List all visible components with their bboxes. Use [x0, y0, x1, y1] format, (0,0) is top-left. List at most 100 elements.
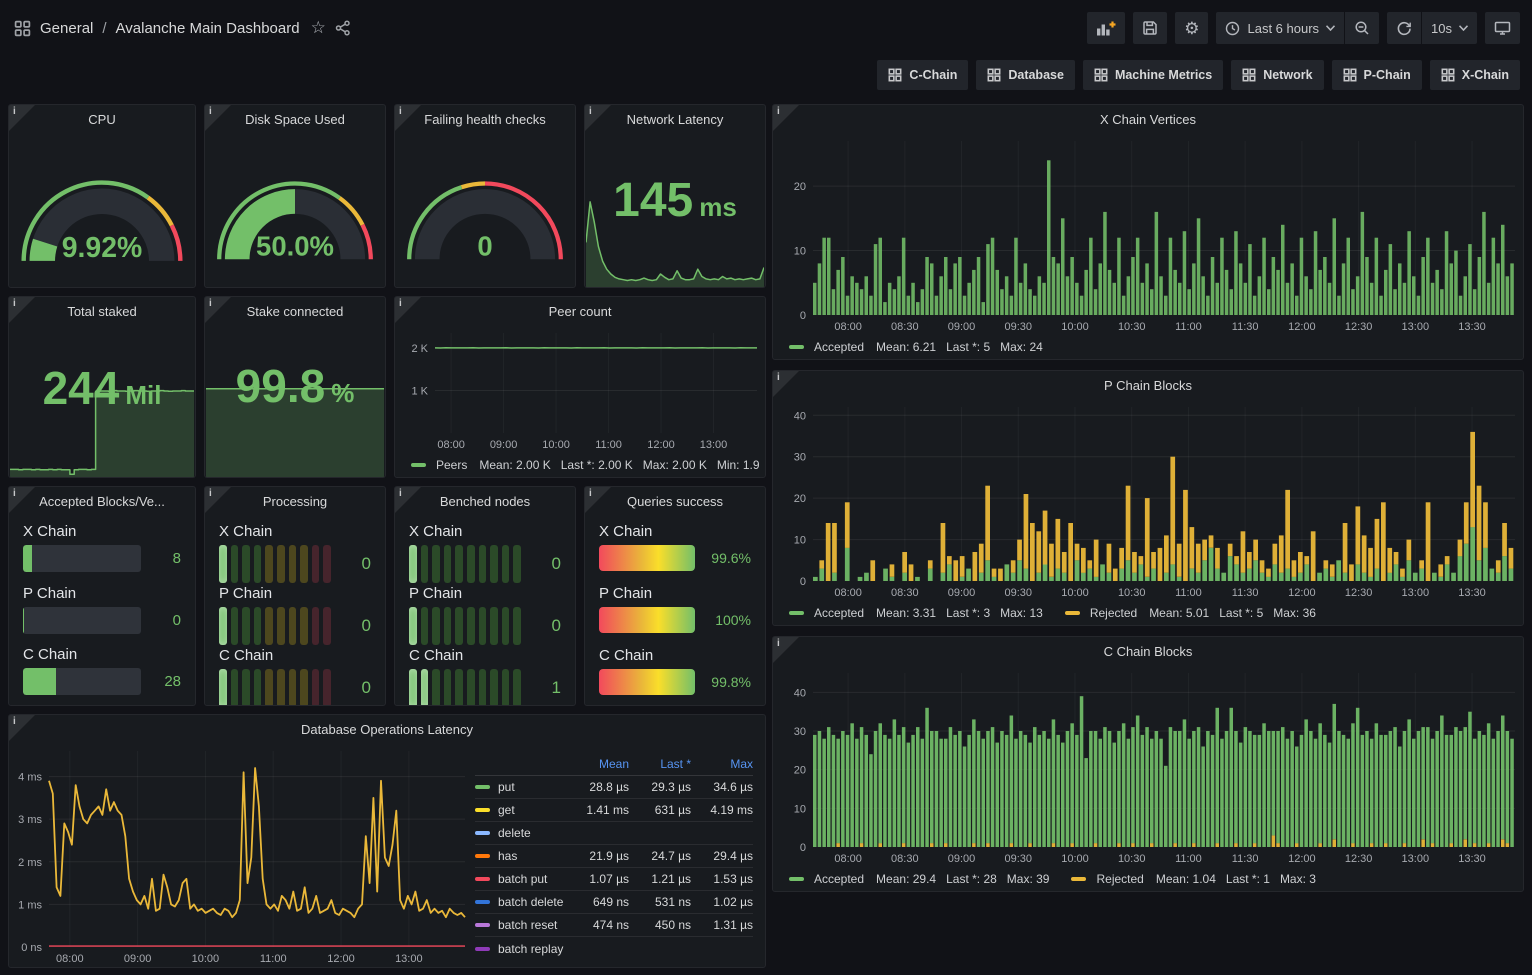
led-cell [231, 545, 239, 583]
zoom-out-time-button[interactable] [1344, 12, 1379, 44]
svg-text:09:00: 09:00 [948, 321, 976, 333]
dashboard-link-database[interactable]: Database [976, 60, 1075, 90]
db-legend-value: 4.19 ms [691, 803, 753, 817]
led-cell [242, 607, 250, 645]
dashboard-settings-button[interactable]: ⚙ [1175, 12, 1208, 44]
legend-item[interactable]: AcceptedMean: 3.31Last *: 3Max: 13 [789, 606, 1043, 620]
db-legend-header-last[interactable]: Last * [629, 757, 691, 771]
panel-info-icon[interactable]: i [205, 297, 231, 323]
refresh-button[interactable] [1387, 12, 1421, 44]
led-cell [265, 607, 273, 645]
legend-item[interactable]: get [475, 803, 567, 817]
led-cell [289, 607, 297, 645]
panel-title[interactable]: P Chain Blocks [773, 371, 1523, 399]
panel-info-icon[interactable]: i [585, 487, 611, 513]
panel-title[interactable]: Processing [205, 487, 385, 515]
panel-info-icon[interactable]: i [395, 487, 421, 513]
panel-title[interactable]: Benched nodes [395, 487, 575, 515]
legend-item[interactable]: RejectedMean: 5.01Last *: 5Max: 36 [1065, 606, 1316, 620]
svg-text:40: 40 [794, 410, 806, 422]
dashboard-link-p-chain[interactable]: P-Chain [1332, 60, 1422, 90]
db-legend-value: 531 ns [629, 895, 691, 909]
legend-item[interactable]: batch replay [475, 942, 567, 956]
led-cell [312, 607, 320, 645]
panel-title[interactable]: Accepted Blocks/Ve... [9, 487, 195, 515]
dashboard-link-machine-metrics[interactable]: Machine Metrics [1083, 60, 1223, 90]
legend-stat: Max: 2.00 K [643, 458, 707, 472]
refresh-interval-picker[interactable]: 10s [1421, 12, 1477, 44]
chain-label: C Chain [409, 647, 561, 664]
panel-title[interactable]: Peer count [395, 297, 765, 325]
panel-title[interactable]: CPU [9, 105, 195, 133]
panel-info-icon[interactable]: i [395, 105, 421, 131]
db-legend-value: 1.02 µs [691, 895, 753, 909]
chain-label: C Chain [599, 647, 751, 664]
legend-item[interactable]: AcceptedMean: 29.4Last *: 28Max: 39 [789, 872, 1049, 886]
svg-text:11:00: 11:00 [595, 439, 622, 451]
panel-info-icon[interactable]: i [773, 105, 799, 131]
svg-text:12:30: 12:30 [1345, 853, 1373, 865]
panel-title[interactable]: C Chain Blocks [773, 637, 1523, 665]
led-cell [432, 607, 440, 645]
share-icon[interactable] [335, 20, 351, 36]
legend-item[interactable]: put [475, 780, 567, 794]
chain-value: 100% [705, 612, 751, 628]
dashboards-grid-icon[interactable] [14, 20, 31, 37]
led-cell [513, 545, 521, 583]
panel-info-icon[interactable]: i [9, 105, 35, 131]
panel-info-icon[interactable]: i [773, 637, 799, 663]
panel-info-icon[interactable]: i [395, 297, 421, 323]
panel-info-icon[interactable]: i [9, 715, 35, 741]
save-dashboard-button[interactable] [1133, 12, 1167, 44]
db-legend-table: MeanLast *Maxput28.8 µs29.3 µs34.6 µsget… [473, 743, 765, 967]
legend-series-name: batch delete [498, 895, 563, 909]
legend-item[interactable]: batch put [475, 872, 567, 886]
breadcrumb-dashboard-title[interactable]: Avalanche Main Dashboard [116, 20, 300, 37]
legend-item[interactable]: delete [475, 826, 567, 840]
db-legend-header-mean[interactable]: Mean [567, 757, 629, 771]
chain-value: 28 [151, 673, 181, 690]
panel-info-icon[interactable]: i [9, 487, 35, 513]
svg-text:13:00: 13:00 [395, 953, 423, 965]
panel-title[interactable]: Queries success [585, 487, 765, 515]
legend-item[interactable]: batch delete [475, 895, 567, 909]
dashboard-link-c-chain[interactable]: C-Chain [877, 60, 968, 90]
panel-info-icon[interactable]: i [773, 371, 799, 397]
cycle-view-mode-button[interactable] [1485, 12, 1520, 44]
breadcrumb-folder[interactable]: General [40, 20, 93, 37]
add-panel-button[interactable] [1087, 12, 1125, 44]
panel-processing: i Processing X Chain0P Chain0C Chain0 [204, 486, 386, 706]
legend-item[interactable]: AcceptedMean: 6.21Last *: 5Max: 24 [789, 340, 1043, 354]
legend-item[interactable]: RejectedMean: 1.04Last *: 1Max: 3 [1071, 872, 1315, 886]
panel-title[interactable]: Network Latency [585, 105, 765, 133]
panel-title[interactable]: Total staked [9, 297, 195, 325]
svg-text:10: 10 [794, 246, 806, 258]
panel-title[interactable]: Failing health checks [395, 105, 575, 133]
svg-text:10:00: 10:00 [192, 953, 220, 965]
favorite-star-icon[interactable]: ☆ [311, 18, 326, 38]
panel-info-icon[interactable]: i [205, 487, 231, 513]
svg-text:11:30: 11:30 [1232, 587, 1259, 599]
svg-text:0: 0 [477, 230, 492, 261]
dashboard-grid-icon [1343, 68, 1357, 82]
dashboard-link-label: X-Chain [1462, 68, 1509, 82]
panel-info-icon[interactable]: i [9, 297, 35, 323]
legend-item[interactable]: has [475, 849, 567, 863]
svg-text:12:30: 12:30 [1345, 321, 1373, 333]
panel-title[interactable]: Disk Space Used [205, 105, 385, 133]
legend-item[interactable]: PeersMean: 2.00 KLast *: 2.00 KMax: 2.00… [411, 458, 760, 472]
panel-info-icon[interactable]: i [585, 105, 611, 131]
time-range-picker[interactable]: Last 6 hours [1216, 12, 1344, 44]
dashboard-link-x-chain[interactable]: X-Chain [1430, 60, 1520, 90]
panel-title[interactable]: Database Operations Latency [9, 715, 765, 743]
panel-title[interactable]: X Chain Vertices [773, 105, 1523, 133]
time-range-label: Last 6 hours [1247, 21, 1319, 36]
legend-item[interactable]: batch reset [475, 918, 567, 932]
dashboard-link-network[interactable]: Network [1231, 60, 1323, 90]
health-gauge: 0 [395, 133, 575, 287]
db-legend-header-max[interactable]: Max [691, 757, 753, 771]
svg-text:12:00: 12:00 [647, 439, 675, 451]
panel-title[interactable]: Stake connected [205, 297, 385, 325]
panel-info-icon[interactable]: i [205, 105, 231, 131]
led-cell [219, 545, 227, 583]
